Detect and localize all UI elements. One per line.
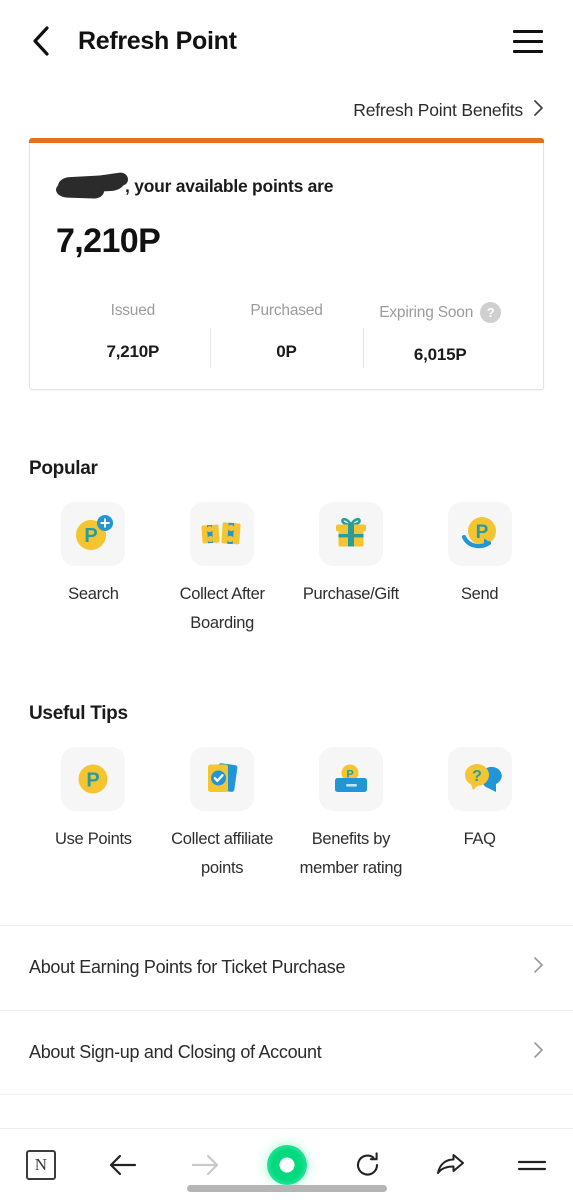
points-stats-row: Issued 7,210P Purchased 0P Expiring Soon… (56, 302, 517, 368)
cards-check-icon (200, 757, 244, 801)
stat-label: Expiring Soon ? (379, 302, 502, 323)
points-summary-card: , your available points are 7,210P Issue… (29, 138, 544, 390)
tile-label: Send (460, 585, 499, 603)
point-coin-icon: P (71, 757, 115, 801)
benefits-link-label: Refresh Point Benefits (353, 99, 523, 120)
top-app-bar: Refresh Point (0, 0, 573, 82)
browser-bottom-navigation-bar: N (0, 1128, 573, 1200)
refresh-icon (354, 1151, 382, 1179)
tile-icon-wrap (190, 746, 255, 811)
tile-label: Search (68, 585, 119, 603)
tile-icon-wrap: P (318, 746, 383, 811)
benefits-link-row: Refresh Point Benefits (0, 82, 573, 138)
equals-menu-icon (517, 1156, 547, 1174)
tile-icon-wrap: P (61, 746, 126, 811)
useful-tips-section-title: Useful Tips (29, 702, 128, 724)
naver-n-logo-icon: N (25, 1149, 56, 1180)
tile-icon-wrap: P (447, 502, 512, 566)
point-coin-plus-icon: P (71, 512, 115, 556)
tile-label: Collect affiliate points (171, 829, 274, 877)
browser-back-button[interactable] (82, 1129, 164, 1200)
stat-expiring-soon: Expiring Soon ? 6,015P (363, 302, 517, 368)
tile-use-points[interactable]: P Use Points (29, 746, 158, 854)
tile-benefits-by-member-rating[interactable]: P Benefits by member rating (287, 746, 416, 883)
tile-label: Purchase/Gift (302, 585, 399, 603)
info-link-rows: About Earning Points for Ticket Purchase… (0, 924, 573, 1095)
svg-text:P: P (87, 769, 100, 791)
hamburger-menu-icon (513, 29, 543, 33)
stat-issued-label: Issued (110, 302, 156, 319)
useful-tips-tiles: P Use Points Collect affiliate points P … (29, 746, 544, 883)
stat-issued: Issued 7,210P (56, 302, 210, 365)
tile-send[interactable]: P Send (415, 502, 544, 609)
home-indicator (186, 1185, 387, 1192)
green-ring-icon (266, 1144, 307, 1185)
hamburger-menu-button[interactable] (507, 20, 549, 62)
stat-purchased: Purchased 0P (209, 302, 364, 368)
svg-text:P: P (475, 522, 488, 543)
tile-icon-wrap: ? (447, 746, 512, 811)
stat-purchased-value: 0P (276, 342, 297, 361)
svg-text:P: P (85, 525, 98, 547)
total-points-value: 7,210P (56, 222, 161, 260)
useful-tips-section: Useful Tips P Use Points Collect affilia… (0, 703, 573, 883)
arrow-left-icon (108, 1152, 138, 1178)
tile-icon-wrap: P (61, 502, 126, 566)
hamburger-menu-icon-line3 (513, 49, 543, 53)
stat-label: Issued (110, 302, 156, 320)
popular-section: Popular P Search Collect After Boarding … (0, 458, 573, 638)
tile-search[interactable]: P Search (29, 502, 158, 609)
popular-tiles: P Search Collect After Boarding Purchase… (29, 502, 544, 638)
stat-label: Purchased (250, 302, 323, 320)
tile-collect-after-boarding[interactable]: Collect After Boarding (158, 502, 287, 638)
question-speech-bubbles-icon: ? (458, 757, 502, 801)
help-question-icon[interactable]: ? (480, 302, 502, 323)
point-coin-arrow-icon: P (458, 512, 502, 556)
link-row-signup-closing[interactable]: About Sign-up and Closing of Account (0, 1009, 573, 1095)
link-row-earning-points[interactable]: About Earning Points for Ticket Purchase (0, 924, 573, 1010)
tile-faq[interactable]: ? FAQ (415, 746, 544, 854)
tile-purchase-gift[interactable]: Purchase/Gift (287, 502, 416, 609)
share-button[interactable] (409, 1129, 491, 1200)
stat-expiring-soon-value: 6,015P (413, 345, 467, 364)
refresh-point-screen: Refresh Point Refresh Point Benefits , y… (0, 0, 573, 1200)
tile-label: Use Points (54, 829, 132, 848)
gift-box-icon (329, 512, 373, 556)
redacted-username-scribble (55, 171, 129, 202)
naver-home-button[interactable]: N (0, 1129, 82, 1200)
tile-collect-affiliate-points[interactable]: Collect affiliate points (158, 746, 287, 883)
stat-issued-value: 7,210P (106, 342, 160, 361)
stat-expiring-soon-label: Expiring Soon (379, 303, 474, 321)
chevron-right-icon (533, 1041, 544, 1064)
chevron-right-icon (533, 956, 544, 979)
tile-label: FAQ (463, 829, 496, 848)
browser-menu-button[interactable] (491, 1129, 573, 1200)
greeting-line: , your available points are (55, 168, 517, 204)
share-arrow-icon (435, 1152, 465, 1178)
ticket-stack-icon (200, 512, 244, 556)
link-row-label: About Sign-up and Closing of Account (29, 1041, 322, 1062)
greeting-text: , your available points are (125, 175, 334, 196)
chevron-right-icon (533, 99, 544, 122)
chevron-left-icon (30, 25, 52, 57)
refresh-point-benefits-link[interactable]: Refresh Point Benefits (353, 99, 544, 122)
hamburger-menu-icon-line2 (513, 39, 543, 43)
points-card-wrapper: , your available points are 7,210P Issue… (0, 138, 573, 390)
svg-text:?: ? (472, 768, 482, 785)
popular-section-title: Popular (29, 458, 98, 479)
tile-label: Benefits by member rating (299, 829, 403, 877)
tile-icon-wrap (190, 502, 255, 566)
stat-purchased-label: Purchased (250, 302, 323, 319)
arrow-right-icon (190, 1152, 220, 1178)
back-button[interactable] (20, 20, 62, 62)
tile-icon-wrap (318, 502, 383, 566)
page-title: Refresh Point (78, 26, 237, 55)
membership-card-coin-icon: P (329, 757, 373, 801)
link-row-label: About Earning Points for Ticket Purchase (29, 957, 346, 977)
tile-label: Collect After Boarding (179, 585, 265, 632)
